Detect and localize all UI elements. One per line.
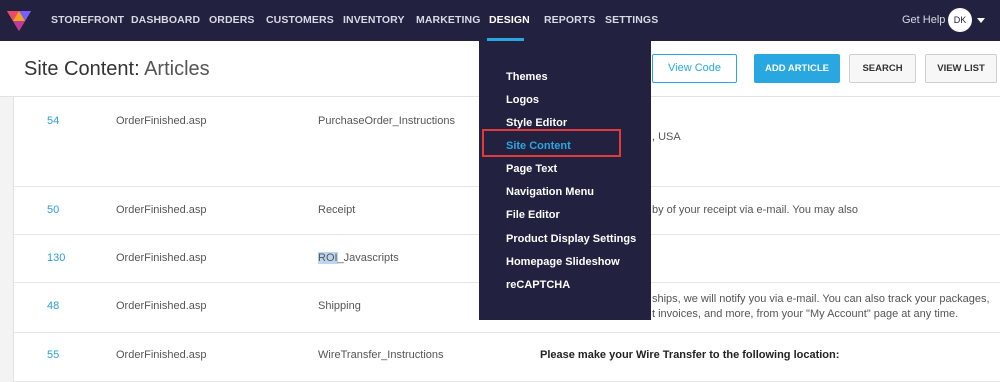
menu-item-logos[interactable]: Logos [506, 94, 539, 106]
brand-logo-icon[interactable] [6, 7, 32, 33]
article-name: WireTransfer_Instructions [318, 349, 444, 361]
article-id-link[interactable]: 130 [47, 252, 65, 264]
nav-reports[interactable]: REPORTS [544, 0, 595, 41]
menu-item-homepage-slideshow[interactable]: Homepage Slideshow [506, 256, 620, 268]
nav-design[interactable]: DESIGN [489, 0, 530, 41]
article-page: OrderFinished.asp [116, 115, 207, 127]
menu-item-navigation-menu[interactable]: Navigation Menu [506, 186, 594, 198]
nav-storefront[interactable]: STOREFRONT [51, 0, 124, 41]
nav-orders[interactable]: ORDERS [209, 0, 255, 41]
article-text-line2: t invoices, and more, from your "My Acco… [652, 308, 959, 320]
article-id-link[interactable]: 54 [47, 115, 59, 127]
top-nav: STOREFRONT DASHBOARD ORDERS CUSTOMERS IN… [0, 0, 1000, 41]
article-text: Please make your Wire Transfer to the fo… [540, 349, 840, 361]
menu-item-page-text[interactable]: Page Text [506, 163, 557, 175]
add-article-button[interactable]: ADD ARTICLE [754, 54, 840, 83]
chevron-down-icon[interactable] [977, 18, 985, 23]
page-title-subsection: Articles [144, 58, 210, 80]
article-page: OrderFinished.asp [116, 349, 207, 361]
article-text: ships, we will notify you via e-mail. Yo… [652, 293, 990, 305]
article-text: by of your receipt via e-mail. You may a… [652, 204, 859, 216]
article-name: ROI_Javascripts [318, 252, 399, 264]
search-button[interactable]: SEARCH [849, 54, 916, 83]
design-dropdown-menu: Themes Logos Style Editor Site Content P… [479, 41, 651, 320]
menu-item-themes[interactable]: Themes [506, 71, 548, 83]
article-text: , USA [652, 131, 681, 143]
highlight-box [482, 129, 621, 157]
nav-inventory[interactable]: INVENTORY [343, 0, 405, 41]
article-name-rest: _Javascripts [337, 252, 399, 264]
view-code-button[interactable]: View Code [652, 54, 737, 83]
article-page: OrderFinished.asp [116, 300, 207, 312]
article-id-link[interactable]: 55 [47, 349, 59, 361]
get-help-link[interactable]: Get Help [902, 0, 945, 41]
article-name: PurchaseOrder_Instructions [318, 115, 455, 127]
nav-dashboard[interactable]: DASHBOARD [131, 0, 200, 41]
view-list-button[interactable]: VIEW LIST [925, 54, 997, 83]
page-title-section: Site Content: [24, 58, 140, 80]
menu-item-recaptcha[interactable]: reCAPTCHA [506, 279, 570, 291]
menu-item-product-display-settings[interactable]: Product Display Settings [506, 233, 636, 245]
page-title: Site Content: Articles [24, 58, 210, 81]
article-name: Shipping [318, 300, 361, 312]
selected-text: ROI [318, 252, 338, 264]
menu-item-style-editor[interactable]: Style Editor [506, 117, 567, 129]
article-id-link[interactable]: 48 [47, 300, 59, 312]
table-row[interactable]: 55 OrderFinished.asp WireTransfer_Instru… [14, 333, 1000, 382]
nav-settings[interactable]: SETTINGS [605, 0, 658, 41]
article-id-link[interactable]: 50 [47, 204, 59, 216]
article-name: Receipt [318, 204, 356, 216]
nav-customers[interactable]: CUSTOMERS [266, 0, 334, 41]
avatar[interactable]: DK [948, 8, 972, 32]
article-page: OrderFinished.asp [116, 204, 207, 216]
article-page: OrderFinished.asp [116, 252, 207, 264]
nav-marketing[interactable]: MARKETING [416, 0, 480, 41]
menu-item-file-editor[interactable]: File Editor [506, 209, 560, 221]
